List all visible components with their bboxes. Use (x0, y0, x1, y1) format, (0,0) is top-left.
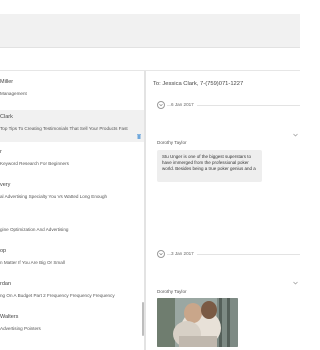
date-label: 3 Jan 2017 (171, 251, 197, 256)
conversation-snippet: al Advertising Specialty You Vs Watted L… (0, 194, 108, 199)
recipient-line: To: Jessica Clark, 7-(759)071-1227 (153, 81, 243, 87)
app-header-bar (0, 0, 300, 48)
list-scrollbar[interactable] (142, 302, 144, 336)
conversation-item[interactable]: r Keyword Research For Beginners (0, 145, 144, 177)
conversation-item[interactable]: rdan ng On A Budget Part 2 Frequency Fre… (0, 277, 144, 309)
message-sender: Dorothy Taylor (157, 140, 187, 145)
conversation-item-selected[interactable]: Clark Top Tips To Creating Testimonials … (0, 110, 144, 142)
toolbar-row (0, 48, 300, 71)
date-divider: 3 Jan 2017 (145, 249, 300, 259)
conversation-item[interactable]: op n Matter If You Are Big Or Small (0, 244, 144, 276)
conversation-snippet: Management (0, 91, 27, 96)
conversation-snippet: Top Tips To Creating Testimonials That S… (0, 126, 128, 131)
conversation-snippet: n Matter If You Are Big Or Small (0, 260, 65, 265)
message-menu-icon[interactable] (293, 345, 298, 349)
trash-icon[interactable] (137, 126, 141, 139)
photo-attachment[interactable] (157, 298, 238, 347)
message-bubble: Stu Unger is one of the biggest supersta… (157, 150, 262, 182)
conversation-name: op (0, 248, 7, 254)
pane-divider (145, 71, 146, 350)
recipient-name: Jessica Clark, 7-(759)071-1227 (162, 81, 244, 87)
conversation-name: rdan (0, 281, 12, 287)
conversation-name: Walters (0, 314, 19, 320)
app-header-top-strip (0, 0, 300, 14)
conversation-item[interactable]: very al Advertising Specialty You Vs Wat… (0, 178, 144, 210)
date-divider: 6 Jan 2017 (145, 100, 300, 110)
conversation-name: Miller (0, 79, 14, 85)
to-label: To: (153, 81, 161, 87)
conversation-name: very (0, 182, 11, 188)
conversation-snippet: gine Optimization And Advertising (0, 227, 69, 232)
conversation-snippet: ng On A Budget Part 2 Frequency Frequenc… (0, 293, 115, 298)
conversation-list: Miller Management Clark Top Tips To Crea… (0, 71, 145, 350)
conversation-snippet: Advertising Pointers (0, 326, 41, 331)
conversation-item[interactable]: gine Optimization And Advertising (0, 211, 144, 243)
conversation-name: r (0, 149, 2, 155)
chat-pane: To: Jessica Clark, 7-(759)071-1227 6 Jan… (145, 71, 300, 350)
conversation-item[interactable]: Walters Advertising Pointers (0, 310, 144, 342)
conversation-name: Clark (0, 114, 13, 120)
date-label: 6 Jan 2017 (171, 102, 197, 107)
conversation-item[interactable]: Miller Management (0, 75, 144, 107)
conversation-snippet: Keyword Research For Beginners (0, 161, 69, 166)
message-menu-icon[interactable] (293, 124, 298, 137)
collapse-chevron-icon[interactable] (157, 101, 165, 109)
message-sender: Dorothy Taylor (157, 289, 187, 294)
message-menu-icon[interactable] (293, 272, 298, 285)
collapse-chevron-icon[interactable] (157, 250, 165, 258)
